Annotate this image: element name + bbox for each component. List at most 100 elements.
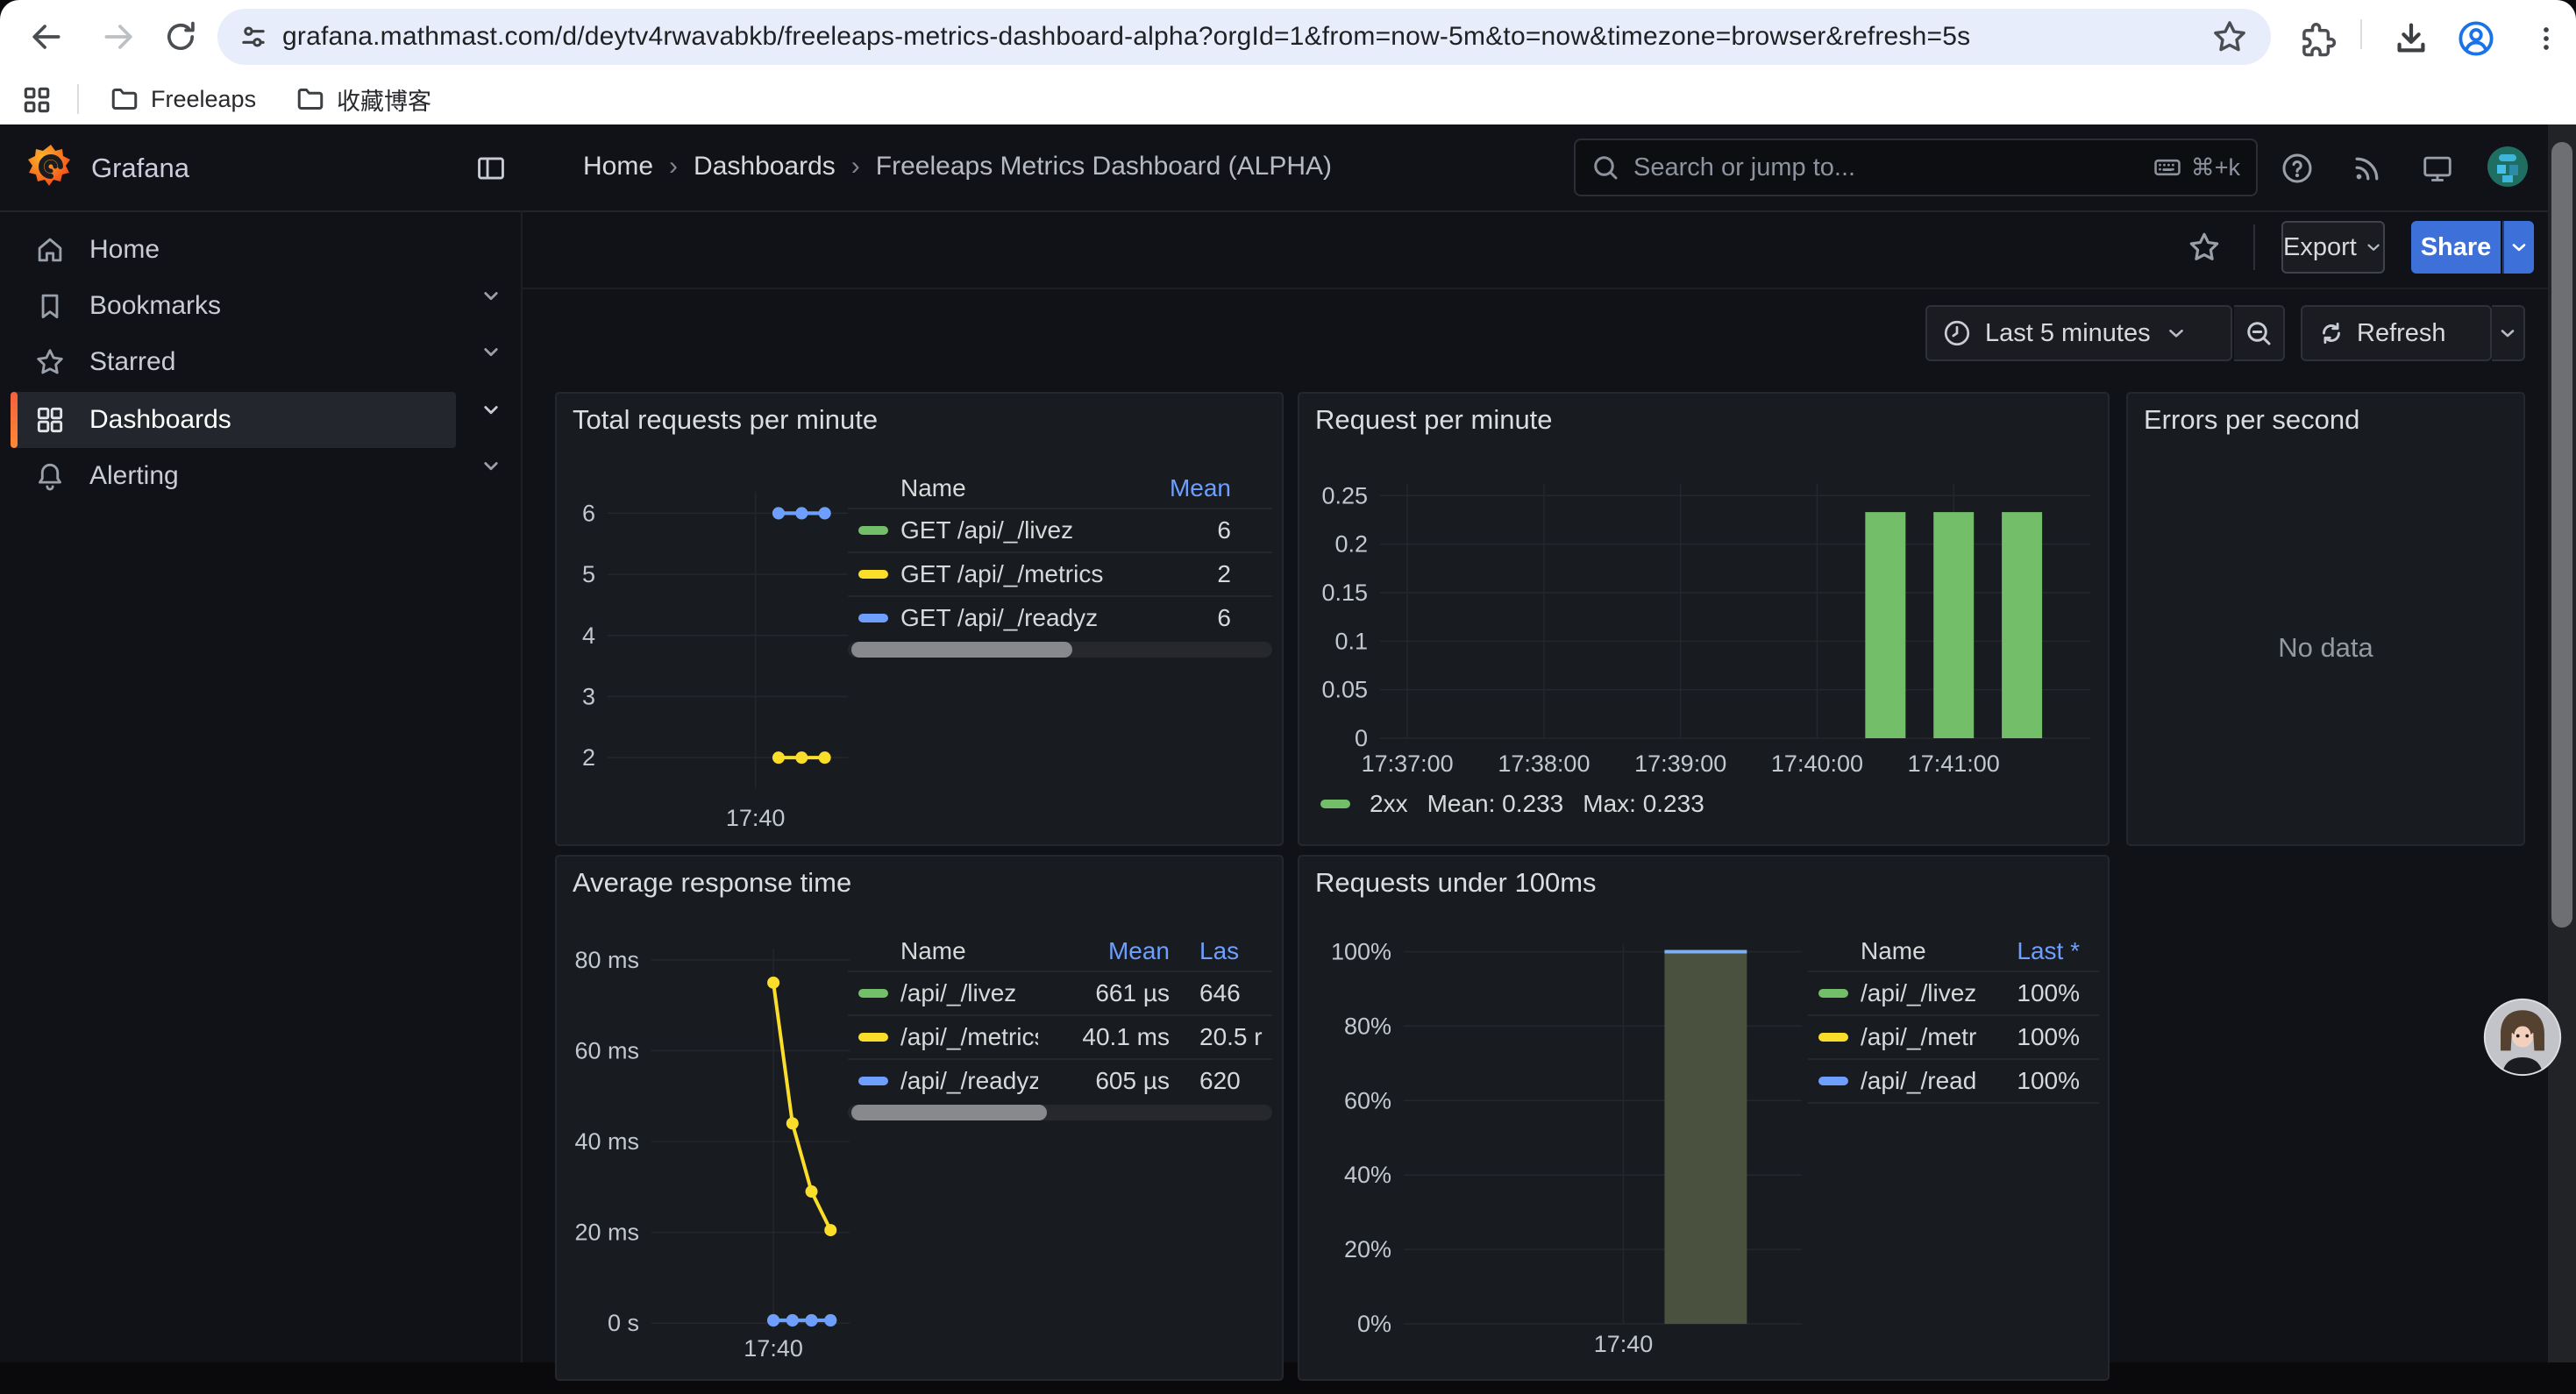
assistant-avatar[interactable]: [2480, 995, 2565, 1079]
requests-under-100ms-chart: 0%20%40%60%80%100%17:40: [1313, 931, 1812, 1394]
rss-icon: [2351, 152, 2384, 185]
grafana-logo[interactable]: [26, 142, 75, 191]
sidebar-item-dashboards[interactable]: Dashboards: [11, 392, 456, 448]
svg-text:17:40: 17:40: [726, 805, 786, 831]
legend-scrollbar[interactable]: [848, 1105, 1272, 1120]
breadcrumb: Home › Dashboards › Freeleaps Metrics Da…: [583, 124, 1332, 209]
search-shortcut: ⌘+k: [2191, 154, 2240, 181]
chevron-down-icon[interactable]: [473, 334, 509, 369]
bookmark-item-blogs[interactable]: 收藏博客: [295, 81, 431, 117]
url-bar[interactable]: grafana.mathmast.com/d/deytv4rwavabkb/fr…: [217, 9, 2271, 65]
sidebar-item-bookmarks[interactable]: Bookmarks: [11, 278, 456, 334]
legend-row[interactable]: GET /api/_/readyz 6: [848, 595, 1272, 639]
profile-button[interactable]: [2451, 14, 2501, 63]
star-icon: [33, 345, 67, 379]
panel-average-response-time[interactable]: Average response time 0 s20 ms40 ms60 ms…: [555, 855, 1284, 1381]
favorite-dashboard-button[interactable]: [2180, 223, 2229, 272]
panel-total-requests[interactable]: Total requests per minute 2345617:40 Nam…: [555, 392, 1284, 846]
legend-row[interactable]: GET /api/_/metrics 2: [848, 551, 1272, 595]
bookmark-star-icon[interactable]: [2210, 17, 2250, 57]
home-icon: [33, 233, 67, 267]
panel-requests-under-100ms[interactable]: Requests under 100ms 0%20%40%60%80%100%1…: [1298, 855, 2110, 1381]
bookmark-item-freeleaps[interactable]: Freeleaps: [109, 81, 256, 117]
series-swatch: [858, 570, 888, 579]
breadcrumb-home[interactable]: Home: [583, 152, 653, 181]
svg-text:20 ms: 20 ms: [574, 1220, 639, 1246]
series-swatch: [1818, 1077, 1848, 1085]
news-button[interactable]: [2346, 147, 2388, 189]
dashboards-grid-icon: [33, 403, 67, 437]
legend-row[interactable]: /api/_/readyz 605 µs 620: [848, 1058, 1272, 1102]
panel-request-per-minute[interactable]: Request per minute 00.050.10.150.20.2517…: [1298, 392, 2110, 846]
reload-button[interactable]: [156, 12, 205, 61]
refresh-label: Refresh: [2357, 319, 2446, 348]
refresh-button[interactable]: Refresh: [2301, 305, 2492, 361]
legend-row[interactable]: /api/_/metrics 100%: [1808, 1014, 2099, 1058]
series-swatch: [858, 614, 888, 622]
url-text: grafana.mathmast.com/d/deytv4rwavabkb/fr…: [282, 22, 1970, 52]
legend-row[interactable]: GET /api/_/livez 6: [848, 508, 1272, 551]
panel-legend: Name Mean Las /api/_/livez 661 µs 646 /a…: [848, 932, 1272, 1120]
svg-text:0 s: 0 s: [608, 1310, 639, 1336]
chevron-down-icon: [2364, 236, 2383, 259]
panel-legend[interactable]: 2xx Mean: 0.233 Max: 0.233: [1320, 788, 1704, 820]
no-data-message: No data: [2128, 632, 2523, 664]
refresh-interval-button[interactable]: [2492, 305, 2525, 361]
clock-icon: [1941, 317, 1973, 349]
legend-row[interactable]: /api/_/readyz 100%: [1808, 1058, 2099, 1104]
legend-row[interactable]: /api/_/livez 100%: [1808, 971, 2099, 1014]
chevron-down-icon[interactable]: [473, 278, 509, 313]
time-range-picker[interactable]: Last 5 minutes: [1925, 305, 2232, 361]
svg-text:80 ms: 80 ms: [574, 947, 639, 973]
apps-button[interactable]: [16, 79, 58, 121]
bookmark-label: Freeleaps: [151, 86, 256, 113]
panel-title: Total requests per minute: [573, 404, 878, 436]
series-swatch: [858, 1033, 888, 1042]
legend-scrollbar[interactable]: [848, 642, 1272, 658]
svg-text:4: 4: [582, 622, 595, 649]
extensions-button[interactable]: [2294, 16, 2343, 65]
chevron-down-icon: [2165, 322, 2188, 345]
sidebar-item-home[interactable]: Home: [11, 222, 456, 278]
series-name: 2xx: [1370, 790, 1408, 818]
bookmarks-divider: [77, 84, 79, 114]
panel-title: Errors per second: [2144, 404, 2359, 436]
svg-text:20%: 20%: [1344, 1236, 1391, 1262]
svg-text:0.15: 0.15: [1321, 580, 1368, 606]
bookmark-label: 收藏博客: [337, 82, 431, 117]
browser-menu-button[interactable]: [2522, 14, 2571, 63]
page-scrollbar-thumb[interactable]: [2551, 142, 2572, 928]
sidebar-item-starred[interactable]: Starred: [11, 334, 456, 390]
kiosk-button[interactable]: [2416, 147, 2459, 189]
svg-text:5: 5: [582, 561, 595, 587]
star-icon: [2186, 229, 2223, 266]
toolbar-divider: [2253, 224, 2255, 270]
export-button[interactable]: Export: [2281, 221, 2385, 274]
panel-errors-per-second[interactable]: Errors per second No data: [2126, 392, 2525, 846]
forward-button[interactable]: [95, 12, 144, 61]
panel-title: Request per minute: [1315, 404, 1553, 436]
collapse-sidebar-button[interactable]: [470, 147, 512, 189]
share-button[interactable]: Share: [2411, 221, 2501, 274]
user-avatar[interactable]: [2487, 146, 2529, 188]
svg-text:6: 6: [582, 500, 595, 526]
reload-icon: [161, 18, 200, 56]
help-button[interactable]: [2276, 147, 2318, 189]
back-button[interactable]: [21, 12, 70, 61]
share-menu-button[interactable]: [2502, 221, 2534, 274]
search-input[interactable]: Search or jump to... ⌘+k: [1574, 139, 2258, 196]
series-swatch: [858, 526, 888, 535]
chevron-down-icon[interactable]: [473, 392, 509, 427]
chevron-down-icon[interactable]: [473, 448, 509, 483]
zoom-out-time-button[interactable]: [2234, 305, 2285, 361]
downloads-button[interactable]: [2387, 14, 2436, 63]
breadcrumb-dashboards[interactable]: Dashboards: [694, 152, 836, 181]
zoom-out-icon: [2243, 317, 2274, 349]
toolbar-divider: [2360, 19, 2362, 49]
svg-text:17:37:00: 17:37:00: [1362, 750, 1454, 777]
average-response-time-chart: 0 s20 ms40 ms60 ms80 ms17:40: [567, 931, 857, 1394]
sidebar-item-alerting[interactable]: Alerting: [11, 448, 456, 504]
product-name: Grafana: [91, 153, 189, 184]
legend-row[interactable]: /api/_/metrics 40.1 ms 20.5 r: [848, 1014, 1272, 1058]
legend-row[interactable]: /api/_/livez 661 µs 646: [848, 971, 1272, 1014]
